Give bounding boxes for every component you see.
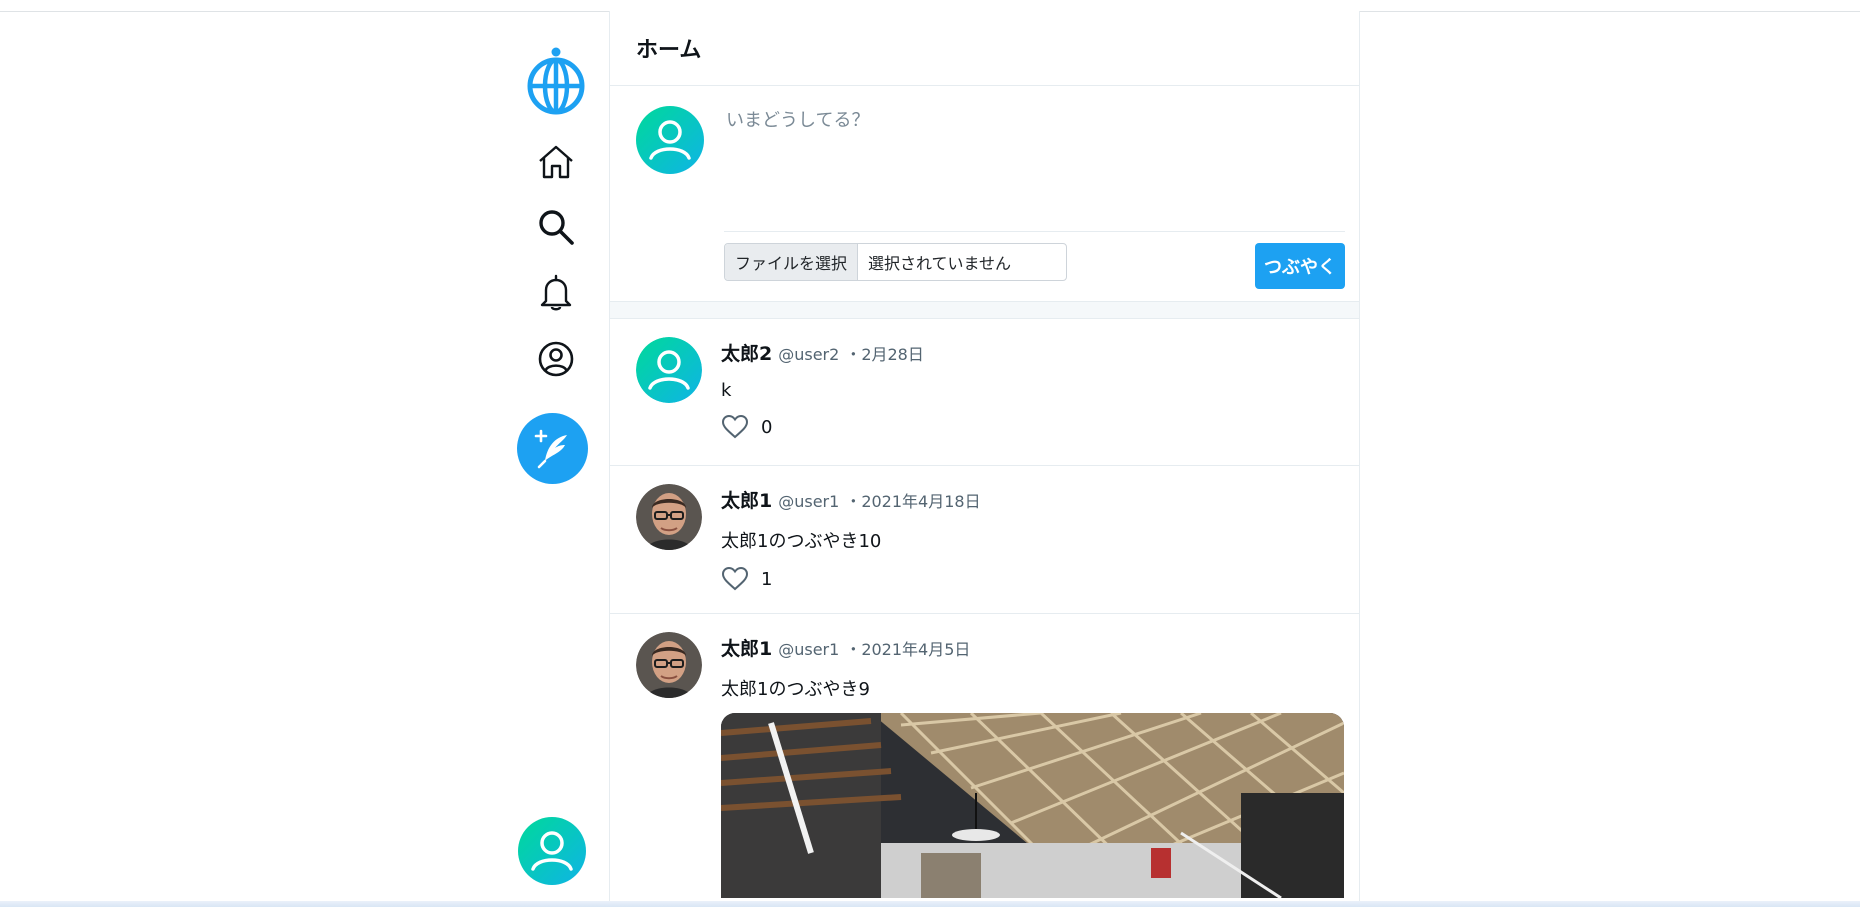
current-user-avatar[interactable] <box>518 817 586 885</box>
main-timeline: ホーム ファイルを選択 選択されていません つぶやく <box>609 11 1360 901</box>
bottom-edge <box>0 901 1860 907</box>
composer-divider <box>724 231 1345 232</box>
tweet-input[interactable] <box>724 104 1348 223</box>
file-input[interactable]: ファイルを選択 選択されていません <box>724 243 1067 281</box>
composer-avatar <box>636 106 704 174</box>
side-nav <box>505 11 605 901</box>
tweet-date: ・2021年4月18日 <box>845 492 981 511</box>
like-count: 0 <box>761 416 773 438</box>
tweet-item[interactable]: 太郎1 @user1 ・2021年4月18日 太郎1のつぶやき10 1 <box>610 466 1359 614</box>
bell-icon[interactable] <box>533 270 579 316</box>
search-icon[interactable] <box>533 204 579 250</box>
page-header: ホーム <box>610 11 1359 86</box>
tweet-date: ・2月28日 <box>845 345 924 364</box>
tweet-item[interactable]: 太郎2 @user2 ・2月28日 k 0 <box>610 319 1359 466</box>
tweet-author-name[interactable]: 太郎2 <box>721 339 772 366</box>
tweet-image[interactable] <box>721 713 1344 898</box>
tweet-avatar[interactable] <box>636 337 702 403</box>
tweet-text: k <box>721 380 732 401</box>
like-count: 1 <box>761 568 773 590</box>
tweet-author-handle[interactable]: @user1 <box>778 492 839 511</box>
file-select-button[interactable]: ファイルを選択 <box>725 244 859 280</box>
tweet-item[interactable]: 太郎1 @user1 ・2021年4月5日 太郎1のつぶやき9 <box>610 614 1359 904</box>
tweet-date: ・2021年4月5日 <box>845 640 971 659</box>
tweet-avatar[interactable] <box>636 632 702 698</box>
page-title: ホーム <box>636 38 702 63</box>
globe-icon[interactable] <box>521 41 591 121</box>
section-separator <box>610 302 1359 319</box>
feather-plus-icon <box>534 429 567 468</box>
compose-tweet-button[interactable] <box>517 413 588 484</box>
tweet-text: 太郎1のつぶやき9 <box>721 679 870 700</box>
tweet-text: 太郎1のつぶやき10 <box>721 531 882 552</box>
user-circle-icon[interactable] <box>533 336 579 382</box>
tweet-author-handle[interactable]: @user1 <box>778 640 839 659</box>
tweet-avatar[interactable] <box>636 484 702 550</box>
tweet-submit-button[interactable]: つぶやく <box>1255 243 1345 289</box>
home-icon[interactable] <box>533 139 579 185</box>
heart-icon[interactable] <box>721 413 749 441</box>
tweet-author-name[interactable]: 太郎1 <box>721 634 772 661</box>
heart-icon[interactable] <box>721 565 749 593</box>
tweet-author-handle[interactable]: @user2 <box>778 345 839 364</box>
tweet-composer: ファイルを選択 選択されていません つぶやく <box>610 86 1359 302</box>
file-status: 選択されていません <box>868 254 1012 273</box>
tweet-author-name[interactable]: 太郎1 <box>721 486 772 513</box>
